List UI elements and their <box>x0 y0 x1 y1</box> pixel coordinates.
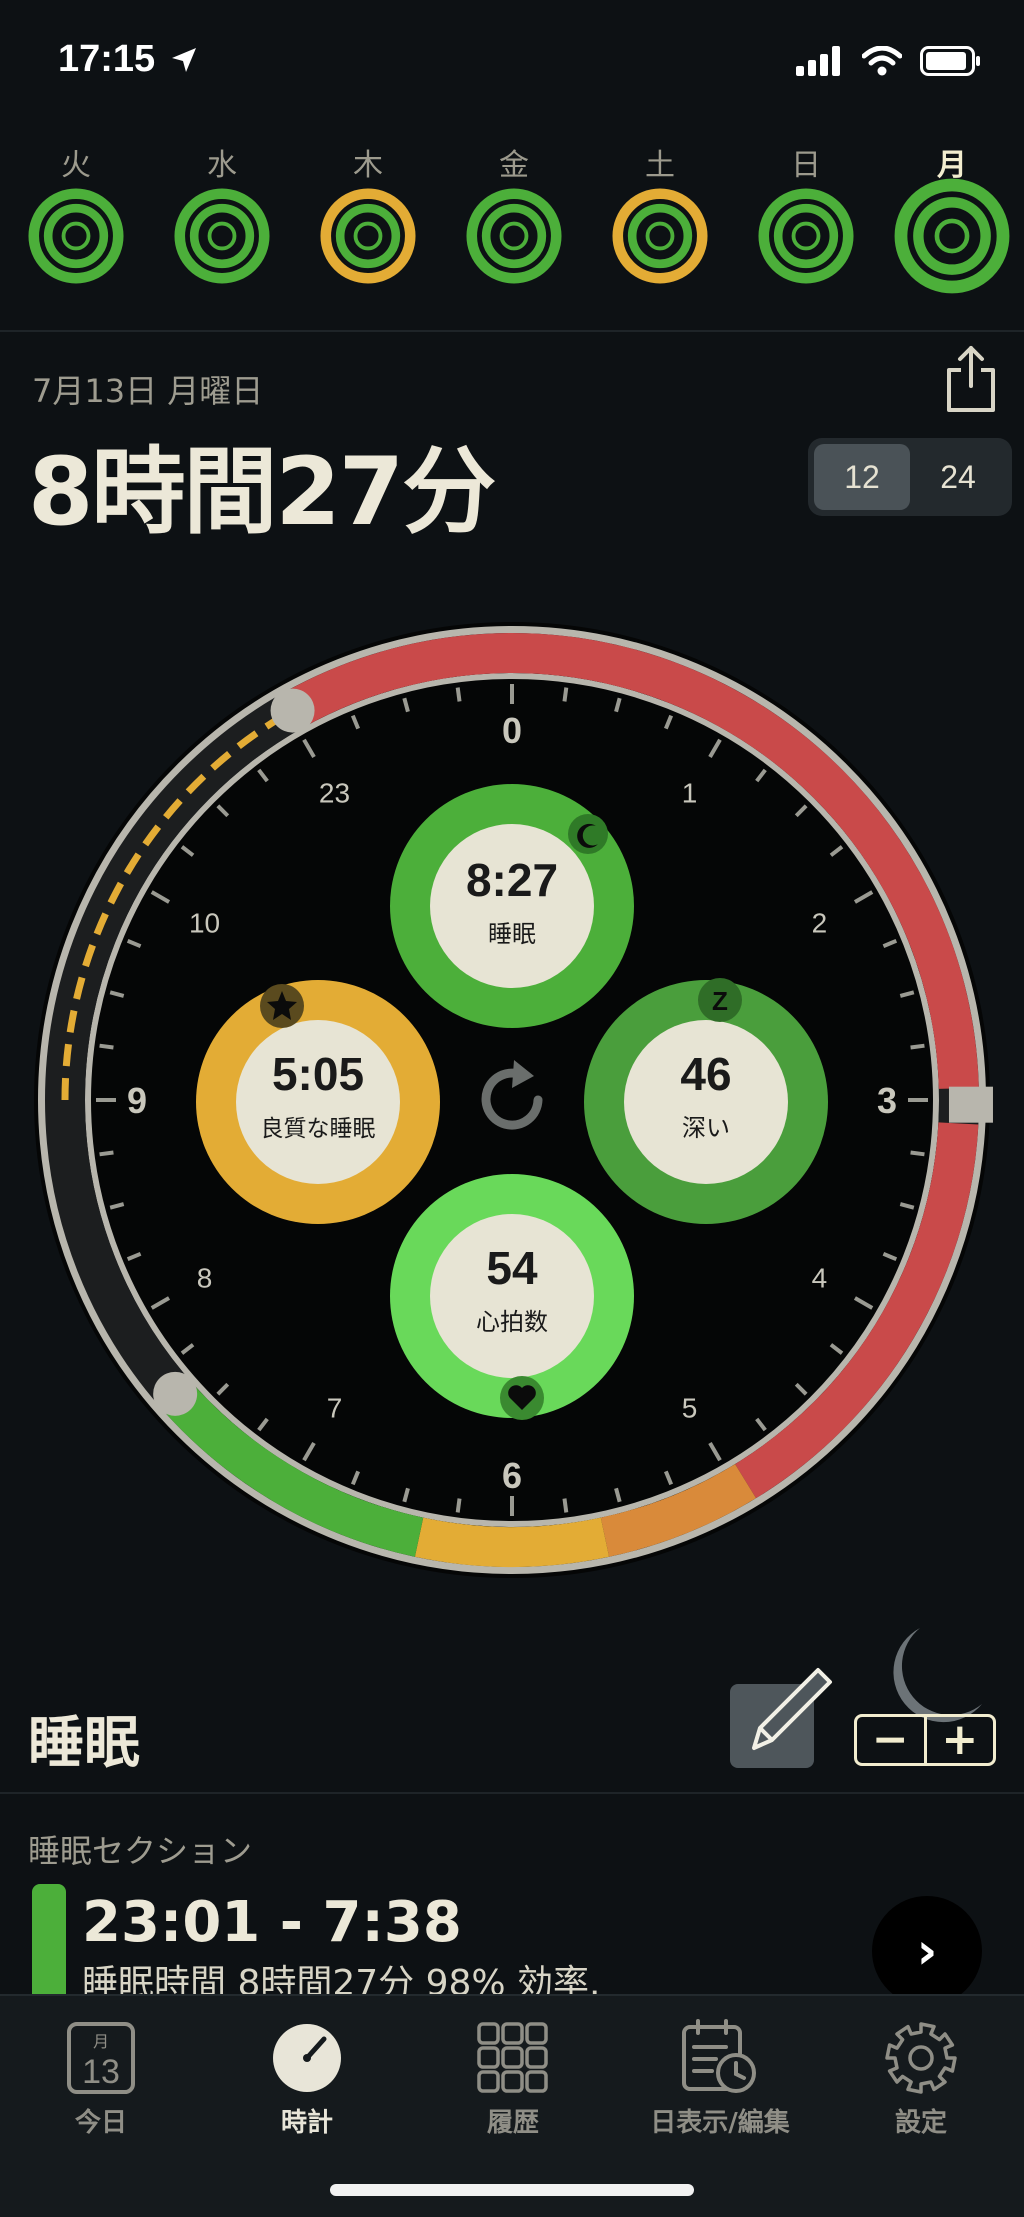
z-icon: Z <box>712 986 728 1016</box>
signal-icon <box>796 46 840 76</box>
tab-label: 今日 <box>74 2108 127 2138</box>
day-5[interactable]: 日 <box>746 140 866 284</box>
section-title: 睡眠 <box>28 1711 140 1776</box>
day-6[interactable]: 月 <box>892 140 1012 294</box>
day-label: 火 <box>61 148 91 183</box>
hour-label: 4 <box>812 1263 828 1294</box>
chevron-right-icon[interactable]: › <box>872 1896 982 2006</box>
wifi-icon <box>862 46 902 76</box>
day-3[interactable]: 金 <box>454 140 574 284</box>
day-0[interactable]: 火 <box>16 140 136 284</box>
zoom-out-button[interactable]: − <box>857 1717 927 1763</box>
day-ring-icon <box>612 188 708 284</box>
divider <box>0 330 1024 332</box>
day-ring-icon <box>894 178 1010 294</box>
stat-quality[interactable]: 5:05 良質な睡眠 <box>196 980 440 1224</box>
day-ring-icon <box>320 188 416 284</box>
stat-deep-value: 46 <box>680 1048 731 1100</box>
tab-label: 時計 <box>280 2108 333 2138</box>
hour-label: 1 <box>682 778 698 809</box>
day-ring-icon <box>758 188 854 284</box>
gear-icon <box>885 2022 957 2094</box>
day-2[interactable]: 木 <box>308 140 428 284</box>
segment-12[interactable]: 12 <box>814 444 910 510</box>
day-label: 水 <box>207 148 237 183</box>
clock-dial: 01234567891023 8:27 睡眠 5:05 良質な睡眠 Z 46 深… <box>34 622 993 1578</box>
entry-time: 23:01 - 7:38 <box>82 1890 462 1955</box>
hour-label: 23 <box>319 778 350 809</box>
hour-label: 10 <box>189 908 220 939</box>
stat-deep-label: 深い <box>682 1114 730 1142</box>
day-4[interactable]: 土 <box>600 140 720 284</box>
stat-quality-value: 5:05 <box>272 1048 364 1100</box>
hour-label: 7 <box>327 1393 343 1424</box>
subsection-title: 睡眠セクション <box>28 1832 253 1870</box>
hour-label: 9 <box>127 1080 147 1121</box>
week-strip: 火水木金土日月 <box>0 140 1024 330</box>
day-1[interactable]: 水 <box>162 140 282 284</box>
stat-quality-label: 良質な睡眠 <box>261 1116 376 1142</box>
tab-today[interactable]: 月 13 今日 <box>6 2018 196 2139</box>
day-ring-icon <box>466 188 562 284</box>
day-ring-icon <box>28 188 124 284</box>
stat-heart-label: 心拍数 <box>476 1308 548 1336</box>
tab-label: 設定 <box>894 2108 947 2138</box>
calendar-icon: 月 13 <box>67 2022 135 2094</box>
share-icon[interactable] <box>944 344 998 414</box>
tab-label: 日表示/編集 <box>650 2108 790 2138</box>
tab-clock[interactable]: 時計 <box>212 2018 402 2139</box>
tab-history[interactable]: 履歴 <box>418 2018 608 2139</box>
tab-settings[interactable]: 設定 <box>826 2018 1016 2139</box>
home-indicator[interactable] <box>330 2184 694 2196</box>
hour-label: 5 <box>682 1393 698 1424</box>
zoom-in-button[interactable]: + <box>927 1717 994 1763</box>
segment-24[interactable]: 24 <box>910 444 1006 510</box>
stat-sleep-label: 睡眠 <box>488 920 536 948</box>
stat-deep[interactable]: Z 46 深い <box>584 978 828 1224</box>
stat-heart[interactable]: 54 心拍数 <box>390 1174 634 1420</box>
stat-sleep[interactable]: 8:27 睡眠 <box>390 784 634 1028</box>
svg-text:13: 13 <box>82 2053 120 2091</box>
tab-label: 履歴 <box>486 2108 539 2138</box>
hour-label: 3 <box>877 1080 897 1121</box>
day-label: 金 <box>499 148 529 183</box>
calendar-clock-icon <box>682 2019 756 2093</box>
edit-button[interactable] <box>730 1668 832 1768</box>
date-label: 7月13日 月曜日 <box>32 372 264 410</box>
hour-label: 2 <box>812 908 828 939</box>
hour-label: 0 <box>502 710 522 751</box>
grid-icon <box>477 2022 548 2093</box>
stat-heart-value: 54 <box>486 1242 538 1294</box>
status-bar: 17:15 <box>0 0 1024 120</box>
day-ring-icon <box>174 188 270 284</box>
sleep-duration: 8時間27分 <box>28 438 496 547</box>
divider <box>0 1792 1024 1794</box>
day-label: 土 <box>645 148 675 183</box>
day-label: 木 <box>353 148 383 183</box>
svg-text:月: 月 <box>93 2032 109 2051</box>
battery-icon <box>920 46 980 76</box>
hour-label: 6 <box>502 1455 522 1496</box>
pencil-icon <box>752 1668 832 1750</box>
sleep-clock: 0 1 2 3 4 5 6 7 8 9 10 23 8:27 睡眠 5:05 良質な睡眠 <box>0 590 1024 1610</box>
hour-format-toggle[interactable]: 12 24 <box>808 438 1012 516</box>
clock-icon <box>273 2024 341 2092</box>
location-arrow-icon <box>172 48 196 72</box>
status-time: 17:15 <box>58 38 156 80</box>
tab-day-edit[interactable]: 日表示/編集 <box>620 2018 820 2139</box>
hour-label: 8 <box>197 1263 213 1294</box>
day-label: 日 <box>791 148 821 183</box>
zoom-stepper[interactable]: − + <box>854 1714 996 1766</box>
stat-sleep-value: 8:27 <box>466 854 558 906</box>
